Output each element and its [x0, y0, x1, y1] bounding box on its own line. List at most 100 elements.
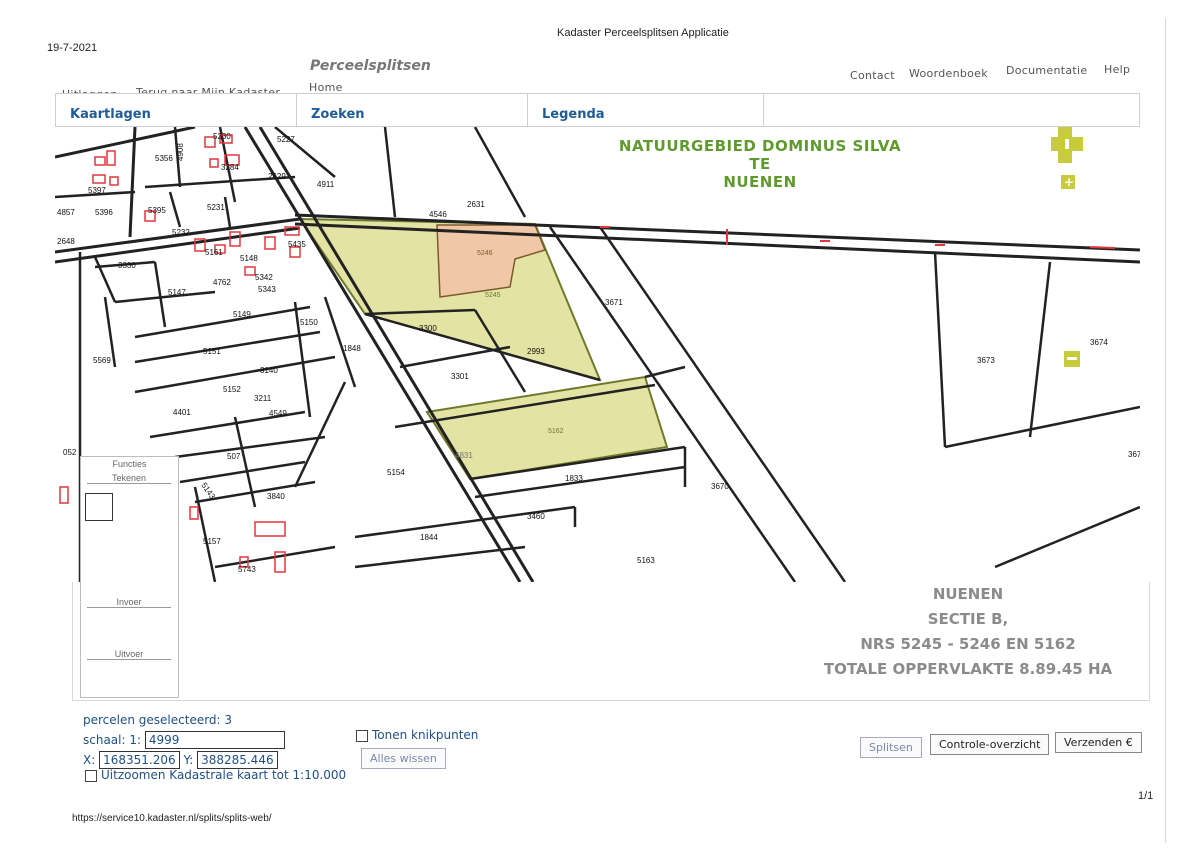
draw-tool-button[interactable]: [85, 493, 113, 521]
invoer-button[interactable]: Invoer: [87, 597, 171, 608]
parcel-label-3330: 3330: [118, 261, 136, 270]
selected-label: percelen geselecteerd:: [83, 713, 221, 727]
parcel-label-5163: 5163: [637, 556, 655, 565]
scale-input[interactable]: 4999: [144, 731, 285, 749]
parcel-label-2631: 2631: [467, 200, 485, 209]
parcel-label-3284: 3284: [221, 163, 239, 172]
parcel-summary: NUENEN SECTIE B, NRS 5245 - 5246 EN 5162…: [788, 582, 1148, 682]
app-title: Perceelsplitsen: [310, 58, 431, 74]
map-canvas[interactable]: 5356 5230 4908 5227 3284 2629 4911 4546 …: [55, 127, 1140, 582]
functions-panel: Functies Tekenen Invoer Uitvoer: [80, 456, 179, 698]
parcel-label-5149: 5149: [233, 310, 251, 319]
functions-title: Functies: [112, 459, 147, 469]
parcel-label-5569: 5569: [93, 356, 111, 365]
uitvoer-button[interactable]: Uitvoer: [87, 649, 171, 660]
knikpunten-checkbox[interactable]: [356, 729, 368, 742]
parcel-label-5743: 5743: [238, 565, 256, 574]
parcel-label-1844: 1844: [420, 533, 438, 542]
parcel-label-3670: 3670: [711, 482, 729, 491]
parcel-label-5157: 5157: [203, 537, 221, 546]
parcel-label-1833: 1833: [565, 474, 583, 483]
parcel-label-5397: 5397: [88, 186, 106, 195]
parcel-label-5342: 5342: [255, 273, 273, 282]
parcel-label-5343: 5343: [258, 285, 276, 294]
pan-down-icon[interactable]: [1058, 149, 1072, 163]
parcel-label-4401: 4401: [173, 408, 191, 417]
scale-row: schaal: 1: 4999: [83, 731, 285, 749]
print-date: 19-7-2021: [47, 42, 98, 54]
tab-legenda[interactable]: Legenda: [528, 94, 763, 126]
nav-woordenboek[interactable]: Woordenboek: [909, 67, 988, 80]
cadastral-map[interactable]: 5356 5230 4908 5227 3284 2629 4911 4546 …: [55, 127, 1140, 582]
y-label: Y:: [183, 753, 194, 767]
knikpunten-option[interactable]: Tonen knikpunten: [356, 728, 478, 742]
control-overview-button[interactable]: Controle-overzicht: [930, 734, 1050, 755]
tekenen-header[interactable]: Tekenen: [87, 473, 171, 484]
clear-all-button[interactable]: Alles wissen: [361, 748, 446, 769]
tab-label: Kaartlagen: [70, 107, 151, 122]
parcel-label-5435: 5435: [288, 240, 306, 249]
document-title: Kadaster Perceelsplitsen Applicatie: [557, 27, 729, 39]
parcel-label-5245: 5245: [485, 292, 501, 299]
tab-divider: [763, 94, 764, 126]
parcel-label-5395: 5395: [148, 206, 166, 215]
parcel-label-5232: 5232: [172, 228, 190, 237]
parcel-label-5151: 5151: [203, 347, 221, 356]
split-button[interactable]: Splitsen: [860, 737, 922, 758]
parcel-label-5396: 5396: [95, 208, 113, 217]
parcel-label-3301: 3301: [451, 372, 469, 381]
parcel-label-5356: 5356: [155, 154, 173, 163]
parcel-label-3673: 3673: [977, 356, 995, 365]
parcel-label-4762: 4762: [213, 278, 231, 287]
parcel-label-1848: 1848: [343, 344, 361, 353]
tab-zoeken[interactable]: Zoeken: [297, 94, 527, 126]
parcel-label-3671: 3671: [605, 298, 623, 307]
parcel-label-4911: 4911: [317, 180, 335, 189]
summary-line: TOTALE OPPERVLAKTE 8.89.45 HA: [823, 660, 1113, 678]
zoom-option-label: Uitzoomen Kadastrale kaart tot 1:10.000: [101, 768, 347, 782]
parcel-label-367: 367: [1128, 450, 1140, 459]
page-number: 1/1: [1138, 790, 1154, 802]
y-coordinate-field[interactable]: 388285.446: [197, 751, 278, 769]
zoom-option[interactable]: Uitzoomen Kadastrale kaart tot 1:10.000: [85, 768, 346, 782]
parcel-label-2648: 2648: [57, 237, 75, 246]
parcel-label-5162: 5162: [548, 428, 564, 435]
pan-left-icon[interactable]: [1051, 137, 1065, 151]
summary-line: NUENEN: [932, 585, 1004, 603]
x-coordinate-field[interactable]: 168351.206: [99, 751, 180, 769]
nav-help[interactable]: Help: [1104, 63, 1130, 76]
parcel-label-3460: 3460: [527, 512, 545, 521]
parcel-label-5231: 5231: [207, 203, 225, 212]
frame-right: [1149, 582, 1150, 700]
nav-contact[interactable]: Contact: [850, 69, 895, 82]
parcel-label-3211: 3211: [254, 394, 272, 403]
parcel-label-3674: 3674: [1090, 338, 1108, 347]
overlay-title-line: TE: [749, 155, 771, 173]
scale-label: schaal: 1:: [83, 733, 142, 747]
summary-line: SECTIE B,: [927, 610, 1009, 628]
parcel-label-5154: 5154: [387, 468, 405, 477]
tab-label: Zoeken: [311, 107, 365, 122]
send-button[interactable]: Verzenden €: [1055, 732, 1142, 753]
x-label: X:: [83, 753, 96, 767]
pan-right-icon[interactable]: [1069, 137, 1083, 151]
frame-bottom: [72, 700, 1150, 701]
tab-kaartlagen[interactable]: Kaartlagen: [56, 94, 296, 126]
zoom-out-glyph: [1067, 357, 1077, 360]
overlay-title-line: NATUURGEBIED DOMINUS SILVA: [618, 137, 902, 155]
coordinates-row: X: 168351.206 Y: 388285.446: [83, 751, 278, 769]
parcel-label-4831: 4831: [455, 451, 473, 460]
page-edge: [1165, 18, 1166, 843]
parcel-label-052: 052: [63, 448, 77, 457]
parcel-label-5150: 5150: [300, 318, 318, 327]
tab-bar: Kaartlagen Zoeken Legenda: [55, 93, 1140, 127]
parcel-label-4549: 4549: [269, 409, 287, 418]
parcel-label-5227: 5227: [277, 135, 295, 144]
parcel-labels: 5356 5230 4908 5227 3284 2629 4911 4546 …: [57, 132, 1140, 574]
selected-parcels: percelen geselecteerd: 3: [83, 713, 232, 727]
parcel-label-3300: 3300: [419, 324, 437, 333]
zoom-checkbox[interactable]: [85, 769, 97, 782]
nav-documentatie[interactable]: Documentatie: [1006, 64, 1087, 77]
parcel-label-5161: 5161: [205, 248, 223, 257]
overlay-title-line: NUENEN: [723, 173, 797, 191]
